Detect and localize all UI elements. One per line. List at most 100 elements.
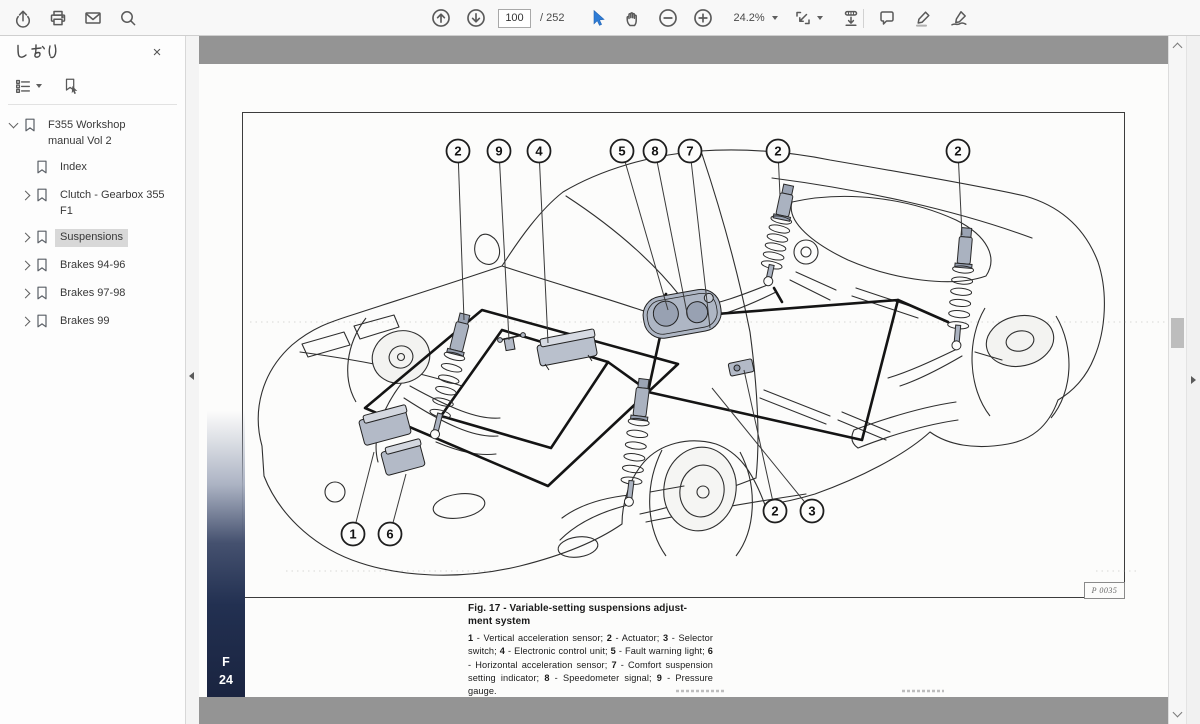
zoom-out-button[interactable]	[655, 5, 681, 31]
bookmark-icon	[36, 230, 48, 249]
bookmark-locate-icon	[62, 77, 80, 95]
bookmark-icon	[36, 160, 48, 174]
bookmark-label[interactable]: Brakes 94-96	[55, 257, 130, 275]
page-tab-label: F 24	[207, 653, 245, 689]
scrollbar-thumb[interactable]	[1171, 318, 1184, 348]
callout-1: 1	[342, 452, 375, 546]
svg-text:2: 2	[771, 504, 778, 519]
vertical-acceleration-sensor	[358, 404, 411, 445]
bookmark-item-suspensions[interactable]: Suspensions	[0, 225, 185, 253]
bookmark-label[interactable]: Brakes 99	[55, 313, 115, 331]
bookmark-icon	[24, 118, 36, 132]
highlight-button[interactable]	[910, 5, 936, 31]
chevron-right-icon[interactable]	[21, 288, 31, 298]
expand-right-icon[interactable]	[1191, 376, 1196, 384]
bookmark-item-brakes-97-98[interactable]: Brakes 97-98	[0, 281, 185, 309]
callout-8: 8	[644, 140, 689, 319]
toolbar-center-group: / 252 24.2%	[428, 5, 864, 31]
hand-tool-button[interactable]	[620, 5, 646, 31]
share-button[interactable]	[10, 5, 36, 31]
bookmark-item-index[interactable]: Index	[0, 155, 185, 183]
pdf-viewer-window: / 252 24.2%	[0, 0, 1200, 724]
email-button[interactable]	[80, 5, 106, 31]
bookmark-item-brakes-99[interactable]: Brakes 99	[0, 309, 185, 337]
figure-callouts: 2 9 4 5 8 7 2 2 1 6 2 3	[342, 140, 970, 546]
close-panel-button[interactable]: ×	[147, 42, 167, 62]
caret-down-icon	[772, 16, 778, 20]
svg-text:7: 7	[686, 144, 693, 159]
svg-text:2: 2	[454, 144, 461, 159]
bookmark-icon	[36, 188, 48, 207]
chevron-right-icon[interactable]	[21, 190, 31, 200]
instrument-cluster	[640, 286, 724, 341]
vertical-scrollbar[interactable]	[1168, 36, 1186, 724]
bookmark-label[interactable]: Clutch - Gearbox 355 F1	[55, 187, 173, 221]
hand-icon	[623, 8, 643, 28]
scroll-mode-button[interactable]	[838, 5, 864, 31]
envelope-icon	[83, 8, 103, 28]
print-button[interactable]	[45, 5, 71, 31]
main-toolbar: / 252 24.2%	[0, 0, 1200, 36]
bookmark-tree: F355 Workshop manual Vol 2 Index Clutch - …	[0, 105, 185, 337]
bookmark-label[interactable]: Index	[55, 159, 92, 177]
horizontal-acceleration-sensor	[381, 438, 426, 475]
svg-text:6: 6	[386, 527, 393, 542]
bookmark-icon	[24, 118, 36, 137]
bookmark-label[interactable]: F355 Workshop manual Vol 2	[43, 117, 161, 151]
page-up-button[interactable]	[428, 5, 454, 31]
options-list-icon	[14, 77, 32, 95]
right-panel-strip	[1186, 36, 1200, 724]
comment-button[interactable]	[874, 5, 900, 31]
bookmark-label[interactable]: Brakes 97-98	[55, 285, 130, 303]
chevron-down-icon[interactable]	[9, 119, 19, 129]
chevron-right-icon[interactable]	[21, 316, 31, 326]
page-down-button[interactable]	[463, 5, 489, 31]
svg-text:8: 8	[651, 144, 658, 159]
scroll-down-icon[interactable]	[1173, 708, 1183, 718]
search-icon	[118, 8, 138, 28]
fit-view-button[interactable]	[791, 5, 825, 31]
collapse-left-icon[interactable]	[189, 372, 194, 380]
bookmarks-toolbar	[0, 66, 185, 104]
plus-circle-icon	[692, 7, 714, 29]
electronic-control-unit	[537, 329, 598, 370]
select-tool-button[interactable]	[585, 5, 611, 31]
svg-text:9: 9	[495, 144, 502, 159]
bookmark-item-f355-workshop-manual-vol-2[interactable]: F355 Workshop manual Vol 2	[0, 113, 185, 155]
bookmarks-panel: × F355 Workshop manual Vol 2 Index Clutch …	[0, 36, 186, 724]
zoom-in-button[interactable]	[690, 5, 716, 31]
svg-text:4: 4	[535, 144, 543, 159]
zoom-level-select[interactable]: 24.2%	[729, 10, 781, 26]
locate-current-bookmark-button[interactable]	[58, 76, 84, 96]
svg-text:2: 2	[954, 144, 961, 159]
minus-circle-icon	[657, 7, 679, 29]
circle-arrow-down-icon	[465, 7, 487, 29]
bookmark-icon	[36, 160, 48, 179]
bookmark-icon	[36, 230, 48, 244]
svg-text:2: 2	[774, 144, 781, 159]
bookmark-label[interactable]: Suspensions	[55, 229, 128, 247]
search-button[interactable]	[115, 5, 141, 31]
svg-text:3: 3	[808, 504, 815, 519]
chevron-right-icon[interactable]	[21, 232, 31, 242]
svg-text:5: 5	[618, 144, 625, 159]
bookmark-options-button[interactable]	[12, 76, 44, 96]
callout-9: 9	[488, 140, 511, 341]
bookmark-icon	[36, 286, 48, 300]
bookmark-icon	[36, 314, 48, 333]
highlighter-icon	[913, 8, 933, 28]
bookmark-icon	[36, 286, 48, 305]
page-number-input[interactable]	[498, 9, 531, 28]
fit-view-icon	[793, 8, 813, 28]
bookmark-item-clutch-gearbox-355-f1[interactable]: Clutch - Gearbox 355 F1	[0, 183, 185, 225]
callout-2: 2	[447, 140, 470, 321]
caret-down-icon	[36, 84, 42, 88]
scroll-up-icon[interactable]	[1173, 43, 1183, 53]
svg-text:1: 1	[349, 527, 356, 542]
figure-caption: Fig. 17 - Variable-setting suspensions a…	[468, 602, 713, 699]
figure-legend: 1 - Vertical acceleration sensor; 2 - Ac…	[468, 632, 713, 699]
sign-button[interactable]	[946, 5, 972, 31]
upload-icon	[13, 8, 33, 28]
bookmark-item-brakes-94-96[interactable]: Brakes 94-96	[0, 253, 185, 281]
chevron-right-icon[interactable]	[21, 260, 31, 270]
